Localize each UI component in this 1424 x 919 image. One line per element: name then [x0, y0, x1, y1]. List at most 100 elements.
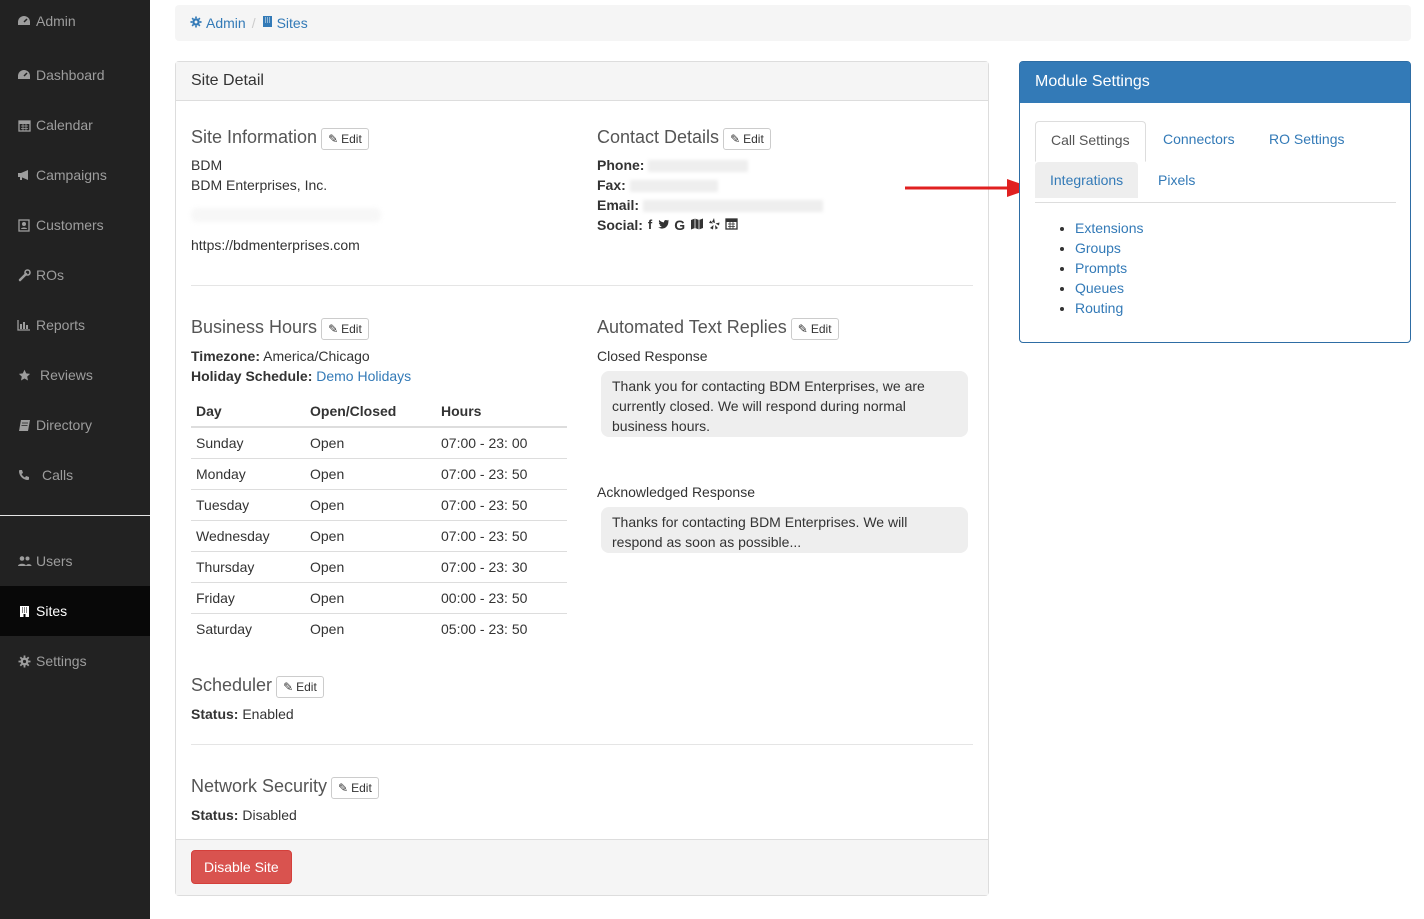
- timezone-label: Timezone:: [191, 348, 260, 364]
- edit-network-security-button[interactable]: ✎ Edit: [331, 777, 379, 799]
- sidebar-item-calls[interactable]: Calls: [0, 450, 150, 500]
- breadcrumb-separator: /: [251, 15, 256, 31]
- bar-chart-icon: [15, 319, 33, 331]
- column-header-day: Day: [191, 396, 305, 428]
- sidebar-item-calendar[interactable]: Calendar: [0, 100, 150, 150]
- prompts-link[interactable]: Prompts: [1075, 260, 1127, 276]
- email-label: Email:: [597, 197, 640, 213]
- pencil-icon: ✎: [797, 322, 808, 336]
- holiday-schedule-label: Holiday Schedule:: [191, 368, 313, 384]
- sidebar-item-users[interactable]: Users: [0, 536, 150, 586]
- social-label: Social:: [597, 217, 643, 233]
- table-row: Wednesday Open 07:00 - 23: 50: [191, 519, 567, 551]
- hours-cell: 07:00 - 23: 00: [436, 426, 567, 458]
- phone-icon: [15, 469, 33, 481]
- call-settings-links: Extensions Groups Prompts Queues Routing: [1059, 218, 1143, 318]
- table-row: Thursday Open 07:00 - 23: 30: [191, 550, 567, 582]
- tab-call-settings[interactable]: Call Settings: [1035, 121, 1146, 162]
- google-icon[interactable]: G: [674, 215, 685, 235]
- annotation-arrow: [905, 179, 1033, 197]
- edit-business-hours-button[interactable]: ✎ Edit: [321, 318, 369, 340]
- twitter-icon[interactable]: [657, 215, 670, 235]
- hours-cell: 07:00 - 23: 50: [436, 488, 567, 520]
- network-status-value: Disabled: [242, 807, 297, 823]
- status-cell: Open: [305, 581, 436, 613]
- tab-ro-settings[interactable]: RO Settings: [1254, 121, 1359, 157]
- status-cell: Open: [305, 550, 436, 582]
- table-row: Tuesday Open 07:00 - 23: 50: [191, 488, 567, 520]
- network-status-row: Status: Disabled: [191, 805, 297, 825]
- automated-replies-header: Automated Text Replies ✎ Edit: [597, 314, 839, 340]
- sidebar-item-ros[interactable]: ROs: [0, 250, 150, 300]
- sidebar-item-label: Admin: [36, 13, 76, 29]
- sidebar-item-reviews[interactable]: Reviews: [0, 350, 150, 400]
- calendar-icon[interactable]: [725, 215, 738, 235]
- hours-cell: 05:00 - 23: 50: [436, 612, 567, 644]
- map-icon[interactable]: [690, 215, 704, 235]
- calendar-icon: [15, 119, 33, 132]
- breadcrumb-admin-link[interactable]: Admin: [190, 15, 246, 31]
- status-cell: Open: [305, 488, 436, 520]
- users-icon: [15, 555, 33, 567]
- edit-scheduler-button[interactable]: ✎ Edit: [276, 676, 324, 698]
- holiday-schedule-row: Holiday Schedule: Demo Holidays: [191, 366, 411, 386]
- redacted-email: [642, 200, 823, 213]
- edit-label: Edit: [341, 322, 362, 336]
- timezone-row: Timezone: America/Chicago: [191, 346, 370, 366]
- module-settings-heading: Module Settings: [1020, 62, 1410, 103]
- table-row: Sunday Open 07:00 - 23: 00: [191, 426, 567, 458]
- site-detail-footer: Disable Site: [176, 839, 988, 895]
- fax-label: Fax:: [597, 177, 626, 193]
- contact-card-icon: [15, 218, 33, 232]
- facebook-icon[interactable]: f: [648, 215, 652, 235]
- network-security-header: Network Security ✎ Edit: [191, 773, 379, 799]
- sidebar-item-admin[interactable]: Admin: [0, 0, 150, 42]
- routing-link[interactable]: Routing: [1075, 300, 1123, 316]
- queues-link[interactable]: Queues: [1075, 280, 1124, 296]
- edit-site-information-button[interactable]: ✎ Edit: [321, 128, 369, 150]
- breadcrumb-sites-label: Sites: [276, 15, 308, 31]
- holiday-schedule-link[interactable]: Demo Holidays: [316, 368, 411, 384]
- list-item: Routing: [1075, 298, 1143, 318]
- scheduler-title: Scheduler: [191, 674, 273, 695]
- sidebar-item-directory[interactable]: Directory: [0, 400, 150, 450]
- column-header-open-closed: Open/Closed: [305, 396, 436, 428]
- site-website-link[interactable]: https://bdmenterprises.com: [191, 235, 360, 255]
- day-cell: Saturday: [191, 612, 305, 644]
- list-item: Queues: [1075, 278, 1143, 298]
- day-cell: Friday: [191, 581, 305, 613]
- sidebar-item-label: Calendar: [36, 117, 93, 133]
- extensions-link[interactable]: Extensions: [1075, 220, 1143, 236]
- groups-link[interactable]: Groups: [1075, 240, 1121, 256]
- sidebar-item-reports[interactable]: Reports: [0, 300, 150, 350]
- day-cell: Thursday: [191, 550, 305, 582]
- redacted-fax: [629, 180, 718, 193]
- sidebar-item-label: Settings: [36, 653, 87, 669]
- sidebar-item-label: Campaigns: [36, 167, 107, 183]
- redacted-phone: [648, 160, 749, 173]
- yelp-icon[interactable]: [709, 215, 720, 235]
- sidebar-item-sites[interactable]: Sites: [0, 586, 150, 636]
- site-company: BDM Enterprises, Inc.: [191, 177, 328, 193]
- sidebar-item-customers[interactable]: Customers: [0, 200, 150, 250]
- scheduler-status-row: Status: Enabled: [191, 704, 294, 724]
- section-divider: [191, 285, 973, 286]
- sidebar-item-dashboard[interactable]: Dashboard: [0, 50, 150, 100]
- edit-contact-details-button[interactable]: ✎ Edit: [723, 128, 771, 150]
- sidebar-item-settings[interactable]: Settings: [0, 636, 150, 686]
- network-security-title: Network Security: [191, 775, 328, 796]
- tab-pixels[interactable]: Pixels: [1143, 162, 1210, 198]
- edit-label: Edit: [743, 132, 764, 146]
- tab-connectors[interactable]: Connectors: [1148, 121, 1250, 157]
- day-cell: Wednesday: [191, 519, 305, 551]
- scheduler-status-label: Status:: [191, 706, 239, 722]
- edit-label: Edit: [341, 132, 362, 146]
- acknowledged-response-label: Acknowledged Response: [597, 484, 755, 500]
- day-cell: Monday: [191, 457, 305, 489]
- breadcrumb-sites-link[interactable]: Sites: [262, 15, 308, 31]
- sidebar-bottom-group: Users Sites Settings: [0, 536, 150, 686]
- edit-automated-replies-button[interactable]: ✎ Edit: [790, 318, 839, 340]
- sidebar-item-campaigns[interactable]: Campaigns: [0, 150, 150, 200]
- disable-site-button[interactable]: Disable Site: [191, 850, 292, 884]
- tab-integrations[interactable]: Integrations: [1035, 162, 1139, 198]
